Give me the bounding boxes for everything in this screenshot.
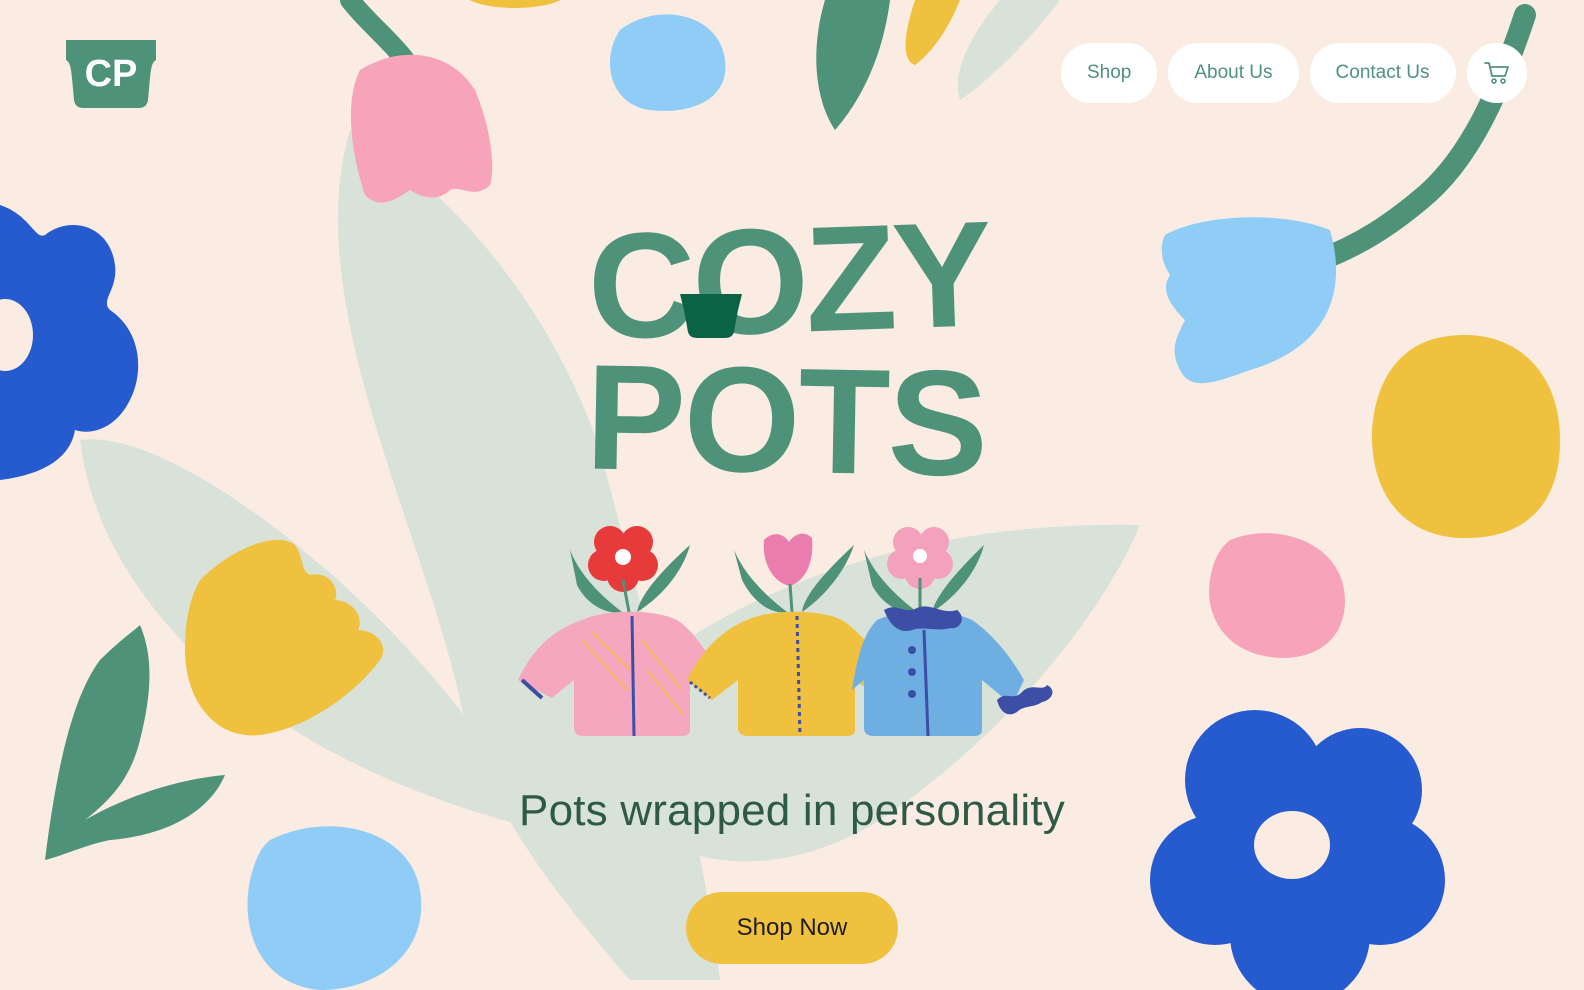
yellow-blob <box>469 0 561 8</box>
nav-shop-button[interactable]: Shop <box>1061 43 1158 103</box>
blue-jacket <box>852 611 1024 736</box>
green-leaf <box>816 0 890 130</box>
pink-blob <box>1209 533 1345 658</box>
pink-tulip <box>350 54 493 203</box>
sweater-pots-illustration <box>518 526 1053 737</box>
light-blue-tulip <box>1161 217 1337 384</box>
nav-contact-us-button[interactable]: Contact Us <box>1309 43 1456 103</box>
logo-text: CP <box>85 53 138 95</box>
light-blue-blob <box>247 826 422 990</box>
small-pot-icon <box>680 294 742 338</box>
brand-logo[interactable]: CP <box>62 38 160 110</box>
hero-title-cozy-pots: COZY POTS <box>584 192 993 492</box>
pale-leaf-shape <box>957 0 1060 100</box>
decorative-floral-background <box>0 0 1560 990</box>
hero-tagline: Pots wrapped in personality <box>519 786 1065 835</box>
title-line-pots: POTS <box>584 333 987 492</box>
light-blue-blob <box>610 14 726 111</box>
shop-now-button[interactable]: Shop Now <box>686 892 898 964</box>
stem <box>340 0 415 70</box>
main-navigation: Shop About Us Contact Us <box>1061 43 1527 103</box>
cart-button[interactable] <box>1466 43 1527 103</box>
shopping-cart-icon <box>1483 62 1509 84</box>
royal-blue-flower-large <box>1150 710 1445 990</box>
nav-about-us-button[interactable]: About Us <box>1168 43 1299 103</box>
yellow-petal <box>905 0 960 65</box>
pink-tulip-small <box>763 533 813 586</box>
yellow-blob <box>1371 334 1560 539</box>
